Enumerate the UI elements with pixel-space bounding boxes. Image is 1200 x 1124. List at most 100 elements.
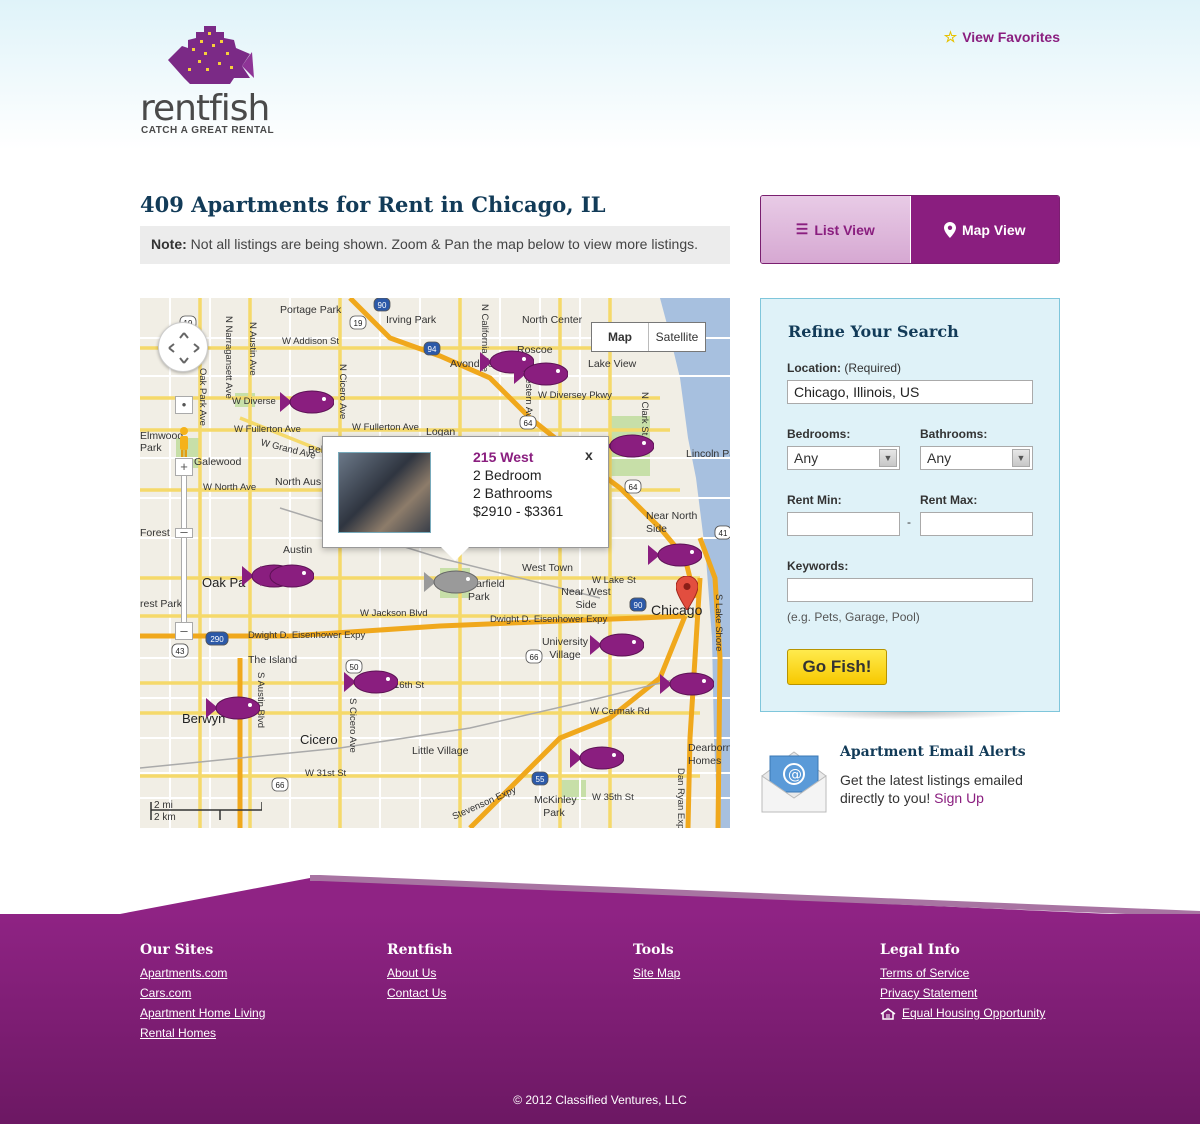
go-fish-button[interactable]: Go Fish! — [787, 649, 887, 685]
bathrooms-select[interactable]: Any ▼ — [920, 446, 1033, 470]
map-label-near-north-side: Near North Side — [646, 510, 698, 535]
map-label-university-village: University Village — [541, 636, 589, 661]
footer-link-terms[interactable]: Terms of Service — [880, 966, 1045, 981]
rent-min-input[interactable] — [787, 512, 900, 536]
listing-fish-marker-icon[interactable] — [260, 562, 314, 590]
bathrooms-label: Bathrooms: — [920, 427, 988, 441]
page-title: 409 Apartments for Rent in Chicago, IL — [140, 192, 606, 217]
note-label: Note: — [151, 236, 187, 252]
map-label-rest-park: rest Park — [140, 598, 183, 610]
footer-link-cars[interactable]: Cars.com — [140, 986, 265, 1001]
equal-housing-icon — [880, 1007, 896, 1020]
listing-photo[interactable] — [338, 452, 431, 533]
copyright: © 2012 Classified Ventures, LLC — [513, 1093, 687, 1107]
listing-fish-marker-icon[interactable] — [344, 668, 398, 696]
list-view-label: List View — [814, 221, 875, 238]
map-label-oak-park-ave: Oak Park Ave — [197, 368, 208, 426]
map-label-lake-view: Lake View — [588, 358, 637, 370]
footer-link-site-map[interactable]: Site Map — [633, 966, 680, 981]
listings-map[interactable]: Portage Park Irving Park North Center Ro… — [140, 298, 730, 828]
popup-title[interactable]: 215 West — [473, 449, 533, 465]
popup-bedrooms: 2 Bedroom — [473, 467, 542, 483]
footer-link-privacy[interactable]: Privacy Statement — [880, 986, 1045, 1001]
map-pin-icon — [943, 221, 956, 238]
zoom-slider-handle[interactable]: – — [175, 525, 193, 538]
map-type-map-button[interactable]: Map — [592, 323, 649, 351]
map-zoom-slider[interactable] — [181, 466, 187, 636]
zoom-out-button[interactable]: – — [175, 622, 193, 640]
footer-link-equal-housing[interactable]: Equal Housing Opportunity — [880, 1006, 1045, 1021]
panel-shadow — [790, 712, 1030, 720]
view-toggle: ☰ List View Map View — [760, 195, 1060, 264]
map-label-35th: W 35th St — [592, 792, 634, 803]
listing-fish-marker-icon[interactable] — [570, 744, 624, 772]
footer-link-contact-us[interactable]: Contact Us — [387, 986, 452, 1001]
map-type-satellite-button[interactable]: Satellite — [649, 323, 705, 351]
listing-popup[interactable]: 215 West 2 Bedroom 2 Bathrooms $2910 - $… — [322, 436, 609, 561]
map-label-narragansett: N Narragansett Ave — [223, 316, 234, 399]
map-label-cermak: W Cermak Rd — [590, 706, 650, 717]
street-view-pegman-icon[interactable] — [176, 426, 192, 458]
email-alerts-title: Apartment Email Alerts — [840, 744, 1026, 760]
email-envelope-icon[interactable]: @ — [760, 746, 828, 818]
listing-fish-marker-icon[interactable] — [514, 360, 568, 388]
view-favorites-link[interactable]: ☆ View Favorites — [944, 28, 1060, 46]
map-label-north-ave: W North Ave — [203, 482, 257, 493]
popup-bathrooms: 2 Bathrooms — [473, 485, 553, 501]
bathrooms-value: Any — [927, 450, 952, 466]
svg-text:@: @ — [788, 767, 802, 783]
map-pan-control[interactable] — [158, 322, 208, 372]
listing-fish-marker-icon[interactable] — [590, 631, 644, 659]
listing-fish-marker-icon[interactable] — [280, 388, 334, 416]
map-view-label: Map View — [961, 221, 1026, 238]
map-label-little-village: Little Village — [412, 745, 469, 757]
location-input[interactable]: Chicago, Illinois, US — [787, 380, 1033, 404]
location-label: Location: (Required) — [787, 361, 901, 375]
footer-link-rental-homes[interactable]: Rental Homes — [140, 1026, 265, 1041]
map-label-eisenhower: Dwight D. Eisenhower Expy — [248, 630, 366, 641]
map-label-north-austin: North Aus — [275, 476, 322, 488]
zoom-in-button[interactable]: + — [175, 458, 193, 476]
rent-max-label: Rent Max: — [920, 493, 978, 507]
note-text: Not all listings are being shown. Zoom &… — [190, 236, 699, 252]
map-label-the-island: The Island — [248, 654, 298, 666]
map-label-west-town: West Town — [522, 562, 573, 574]
map-center-button[interactable]: • — [175, 396, 193, 414]
footer-link-apartments[interactable]: Apartments.com — [140, 966, 265, 981]
rent-min-label: Rent Min: — [787, 493, 842, 507]
map-label-oak-park: Oak Pa — [202, 575, 246, 590]
bedrooms-select[interactable]: Any ▼ — [787, 446, 900, 470]
scale-km: 2 km — [154, 812, 176, 823]
location-label-text: Location: — [787, 361, 841, 375]
rent-max-input[interactable] — [920, 512, 1033, 536]
location-pin-icon[interactable] — [676, 576, 698, 610]
listing-fish-marker-icon[interactable] — [206, 694, 260, 722]
map-type-control: Map Satellite — [591, 322, 706, 352]
sign-up-link[interactable]: Sign Up — [934, 790, 984, 806]
map-view-button[interactable]: Map View — [910, 196, 1059, 263]
selected-listing-fish-marker-icon[interactable] — [424, 568, 478, 596]
listing-fish-marker-icon[interactable] — [648, 541, 702, 569]
footer-link-apartment-home-living[interactable]: Apartment Home Living — [140, 1006, 265, 1021]
listing-fish-marker-icon[interactable] — [660, 670, 714, 698]
map-label-elmwood-park: Elmwood Park — [140, 430, 184, 454]
map-label-lake-shore: S Lake Shore — [713, 594, 724, 652]
equal-housing-label: Equal Housing Opportunity — [902, 1006, 1046, 1020]
list-view-button[interactable]: ☰ List View — [761, 196, 911, 263]
email-alerts-body: Get the latest listings emailed directly… — [840, 772, 1023, 806]
map-label-portage-park: Portage Park — [280, 304, 342, 316]
chevron-down-icon: ▼ — [879, 449, 897, 467]
popup-tail — [441, 547, 469, 561]
footer-link-about-us[interactable]: About Us — [387, 966, 452, 981]
keywords-input[interactable] — [787, 578, 1033, 602]
view-favorites-label: View Favorites — [962, 29, 1060, 45]
map-label-austin: Austin — [283, 544, 313, 556]
keywords-hint: (e.g. Pets, Garage, Pool) — [787, 610, 920, 624]
popup-close-button[interactable]: x — [585, 447, 593, 463]
map-label-galewood: Galewood — [194, 456, 242, 468]
footer-heading: Rentfish — [387, 942, 453, 958]
map-label-addison: W Addison St — [282, 336, 340, 347]
map-label-lake-st: W Lake St — [592, 575, 636, 586]
footer-heading: Our Sites — [140, 942, 214, 958]
listings-note: Note: Not all listings are being shown. … — [140, 226, 730, 264]
